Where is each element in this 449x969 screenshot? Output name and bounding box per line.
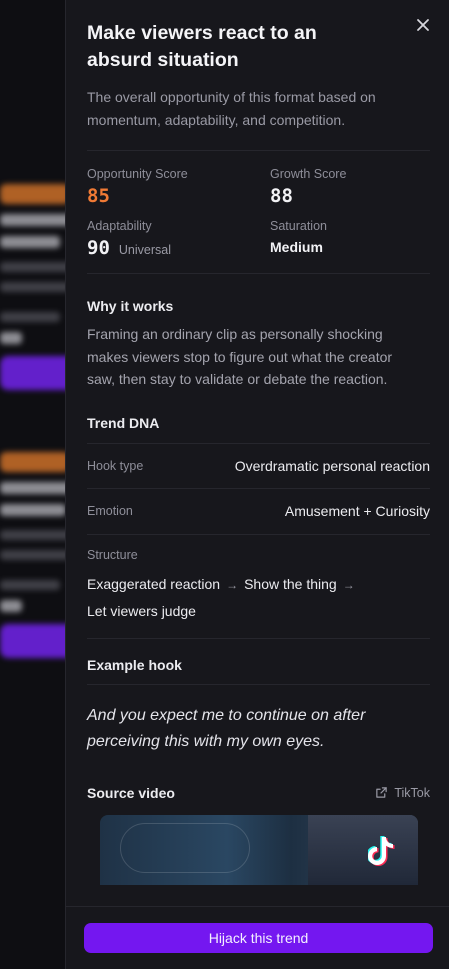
saturation-value: Medium bbox=[270, 239, 323, 255]
arrow-right-icon: → bbox=[342, 577, 355, 592]
why-it-works-heading: Why it works bbox=[87, 298, 174, 314]
adaptability-value: 90 bbox=[87, 237, 110, 259]
close-icon[interactable] bbox=[414, 16, 432, 34]
tiktok-logo-icon bbox=[367, 835, 394, 866]
hook-type-row: Hook type Overdramatic personal reaction bbox=[87, 444, 430, 489]
source-video-thumbnail[interactable] bbox=[99, 814, 418, 885]
adaptability-score: Adaptability 90 Universal bbox=[87, 219, 270, 259]
tiktok-link-label: TikTok bbox=[394, 785, 430, 800]
hook-type-value: Overdramatic personal reaction bbox=[234, 457, 430, 474]
adaptability-label: Adaptability bbox=[87, 219, 152, 233]
source-video-heading: Source video bbox=[87, 784, 175, 801]
opportunity-score: Opportunity Score 85 bbox=[87, 167, 270, 207]
panel-subtitle: The overall opportunity of this format b… bbox=[87, 89, 376, 128]
score-grid: Opportunity Score 85 Growth Score 88 Ada… bbox=[87, 150, 430, 274]
emotion-label: Emotion bbox=[87, 504, 133, 518]
why-it-works-section: Why it works Framing an ordinary clip as… bbox=[87, 298, 430, 391]
growth-score-value: 88 bbox=[270, 185, 293, 207]
saturation-label: Saturation bbox=[270, 219, 327, 233]
structure-step: Exaggerated reaction bbox=[87, 575, 221, 592]
structure-label: Structure bbox=[87, 547, 138, 562]
trend-dna-section: Trend DNA Hook type Overdramatic persona… bbox=[87, 415, 430, 639]
hijack-trend-button[interactable]: Hijack this trend bbox=[84, 923, 433, 953]
panel-scroll-area[interactable]: Make viewers react to an absurd situatio… bbox=[66, 0, 449, 906]
structure-step: Let viewers judge bbox=[87, 602, 196, 619]
structure-chain: Exaggerated reaction → Show the thing → Let… bbox=[87, 571, 387, 624]
tiktok-link[interactable]: TikTok bbox=[375, 786, 430, 800]
hook-type-label: Hook type bbox=[87, 458, 144, 473]
arrow-right-icon: → bbox=[226, 577, 239, 592]
example-hook-section: Example hook And you expect me to contin… bbox=[87, 657, 430, 755]
example-hook-quote: And you expect me to continue on after p… bbox=[87, 706, 366, 750]
external-link-icon bbox=[376, 787, 388, 798]
opportunity-score-value: 85 bbox=[87, 185, 110, 207]
structure-step: Show the thing bbox=[244, 575, 337, 592]
emotion-row: Emotion Amusement + Curiosity bbox=[87, 489, 430, 535]
saturation-score: Saturation Medium bbox=[270, 219, 430, 259]
adaptability-sub: Universal bbox=[118, 243, 171, 257]
growth-score: Growth Score 88 bbox=[270, 167, 430, 207]
opportunity-score-label: Opportunity Score bbox=[87, 167, 188, 181]
structure-row: Structure Exaggerated reaction → Show the … bbox=[87, 535, 430, 639]
panel-footer: Hijack this trend bbox=[66, 906, 449, 969]
source-video-header: Source video TikTok bbox=[87, 785, 430, 801]
trend-detail-panel: Make viewers react to an absurd situatio… bbox=[65, 0, 449, 969]
emotion-value: Amusement + Curiosity bbox=[284, 503, 430, 519]
trend-dna-heading: Trend DNA bbox=[87, 415, 430, 444]
example-hook-heading: Example hook bbox=[87, 657, 430, 685]
growth-score-label: Growth Score bbox=[270, 167, 347, 181]
why-it-works-body: Framing an ordinary clip as personally s… bbox=[87, 326, 393, 387]
panel-title: Make viewers react to an absurd situatio… bbox=[87, 22, 317, 71]
